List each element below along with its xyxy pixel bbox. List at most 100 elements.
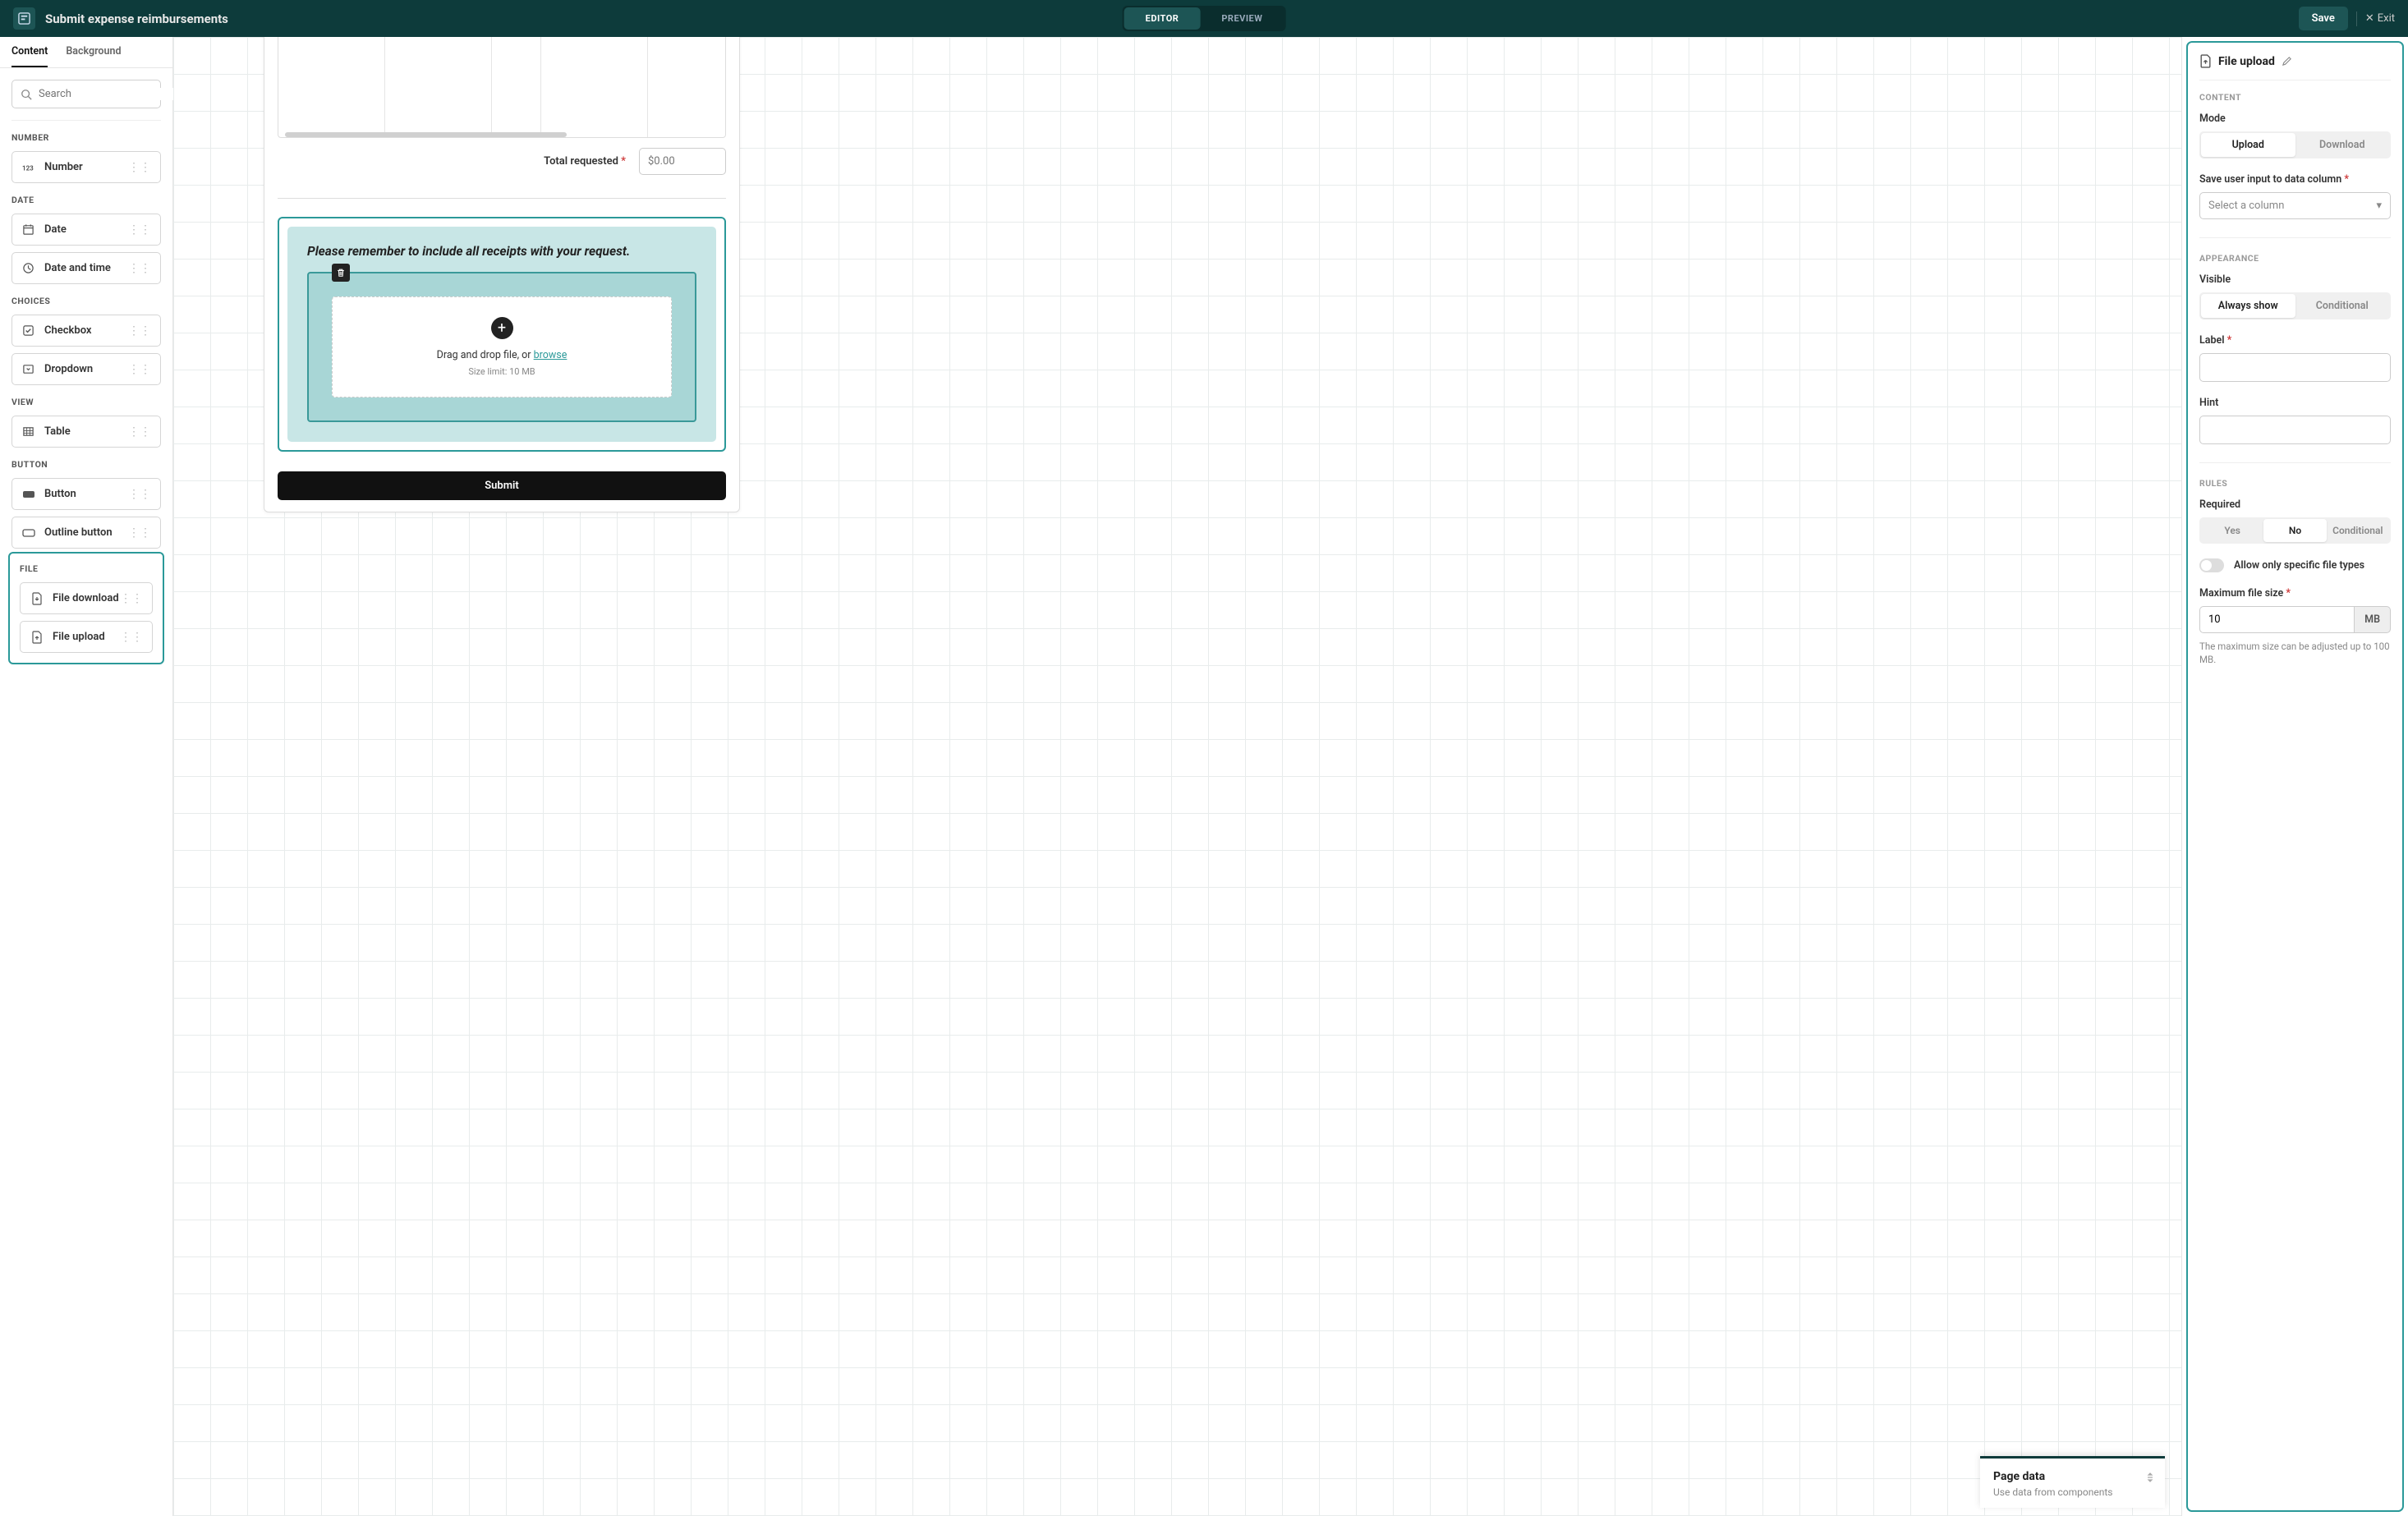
tab-editor[interactable]: EDITOR [1124,7,1201,30]
component-file-download[interactable]: File download ⋮⋮ [20,582,153,614]
component-file-upload[interactable]: File upload ⋮⋮ [20,621,153,653]
component-date-time[interactable]: Date and time ⋮⋮ [11,252,161,284]
upload-dropzone[interactable]: + Drag and drop file, or browse Size lim… [332,296,672,397]
checkbox-icon [21,324,35,338]
mode-upload[interactable]: Upload [2201,133,2295,157]
total-input[interactable] [639,148,726,175]
component-table[interactable]: Table ⋮⋮ [11,416,161,448]
save-column-select[interactable]: Select a column ▾ [2199,192,2391,219]
sidebar-right: File upload CONTENT Mode Upload Download… [2181,37,2408,1516]
required-yes[interactable]: Yes [2201,519,2263,542]
component-dropdown[interactable]: Dropdown ⋮⋮ [11,353,161,385]
mode-toggle: Upload Download [2199,131,2391,158]
drag-handle-icon: ⋮⋮ [128,161,151,174]
component-label: Checkbox [44,324,128,337]
edit-icon[interactable] [2282,56,2292,67]
browse-link[interactable]: browse [534,349,568,361]
section-content: CONTENT [2199,92,2391,103]
upload-component-selected[interactable]: Please remember to include all receipts … [278,217,726,452]
section-choices: CHOICES [11,296,161,306]
save-button[interactable]: Save [2299,7,2348,30]
topbar-actions: Save ✕ Exit [2299,7,2395,30]
drag-handle-icon: ⋮⋮ [128,488,151,501]
drag-handle-icon: ⋮⋮ [128,262,151,275]
upload-dropzone-outer: + Drag and drop file, or browse Size lim… [307,272,696,422]
component-label: Number [44,161,128,173]
button-icon [21,487,35,501]
form-card[interactable]: Total requested * Please remember to inc… [264,37,740,512]
section-view: VIEW [11,397,161,407]
label-input[interactable] [2199,353,2391,382]
mode-tabs: EDITOR PREVIEW [1123,6,1286,31]
page-data-panel[interactable]: Page data Use data from components [1980,1456,2165,1508]
required-label: Required [2199,498,2391,511]
hint-field-label: Hint [2199,397,2391,409]
topbar: Submit expense reimbursements EDITOR PRE… [0,0,2408,37]
tab-background[interactable]: Background [66,37,121,67]
component-label: Table [44,425,128,438]
component-outline-button[interactable]: Outline button ⋮⋮ [11,517,161,549]
drag-handle-icon: ⋮⋮ [120,592,143,605]
component-label: Dropdown [44,363,128,375]
component-button[interactable]: Button ⋮⋮ [11,478,161,510]
size-limit-text: Size limit: 10 MB [349,366,655,377]
properties-title: File upload [2218,55,2275,68]
components-list: NUMBER 123 Number ⋮⋮ DATE Date ⋮⋮ Date a… [0,120,172,1516]
required-no[interactable]: No [2263,519,2326,542]
component-date[interactable]: Date ⋮⋮ [11,214,161,246]
delete-button[interactable] [332,264,350,282]
max-size-unit: MB [2354,606,2391,633]
drag-handle-icon: ⋮⋮ [128,526,151,540]
component-number[interactable]: 123 Number ⋮⋮ [11,151,161,183]
component-label: Outline button [44,526,128,539]
visible-label: Visible [2199,273,2391,286]
tab-preview[interactable]: PREVIEW [1200,7,1284,30]
allow-types-switch[interactable] [2199,558,2224,572]
section-appearance: APPEARANCE [2199,253,2391,264]
table-scrollbar[interactable] [285,132,719,137]
section-file: FILE [20,563,153,574]
form-table[interactable] [278,37,726,138]
mode-download[interactable]: Download [2295,133,2390,157]
search-icon [21,89,32,100]
dropdown-icon [21,362,35,376]
section-rules: RULES [2199,478,2391,489]
max-size-label: Maximum file size * [2199,587,2391,600]
section-button: BUTTON [11,459,161,470]
divider [278,198,726,199]
canvas[interactable]: Total requested * Please remember to inc… [173,37,2181,1516]
submit-button[interactable]: Submit [278,471,726,500]
drag-handle-icon: ⋮⋮ [120,631,143,644]
resize-handle-icon[interactable] [2145,1472,2155,1483]
section-date: DATE [11,195,161,205]
max-size-input[interactable] [2199,606,2354,633]
drag-handle-icon: ⋮⋮ [128,324,151,338]
required-toggle: Yes No Conditional [2199,517,2391,544]
file-upload-icon [2199,54,2212,68]
drag-handle-icon: ⋮⋮ [128,363,151,376]
section-file-highlighted: FILE File download ⋮⋮ File upload ⋮⋮ [8,552,164,664]
search-field[interactable] [39,88,175,100]
tab-content[interactable]: Content [11,37,48,67]
outline-button-icon [21,526,35,540]
file-upload-icon [30,630,44,644]
hint-input[interactable] [2199,416,2391,444]
svg-text:123: 123 [22,164,34,172]
required-conditional[interactable]: Conditional [2327,519,2389,542]
properties-header: File upload [2199,54,2391,80]
app-icon [13,7,35,30]
mode-label: Mode [2199,113,2391,125]
component-label: Date [44,223,128,236]
search-input[interactable] [11,80,161,108]
add-icon[interactable]: + [491,317,513,339]
upload-heading: Please remember to include all receipts … [307,243,696,260]
component-checkbox[interactable]: Checkbox ⋮⋮ [11,315,161,347]
divider [2356,11,2357,26]
visible-always[interactable]: Always show [2201,294,2295,318]
page-title: Submit expense reimbursements [45,11,228,26]
visible-conditional[interactable]: Conditional [2295,294,2390,318]
save-column-label: Save user input to data column * [2199,173,2391,186]
exit-button[interactable]: ✕ Exit [2365,12,2395,25]
file-download-icon [30,591,44,605]
allow-types-row: Allow only specific file types [2199,558,2391,572]
